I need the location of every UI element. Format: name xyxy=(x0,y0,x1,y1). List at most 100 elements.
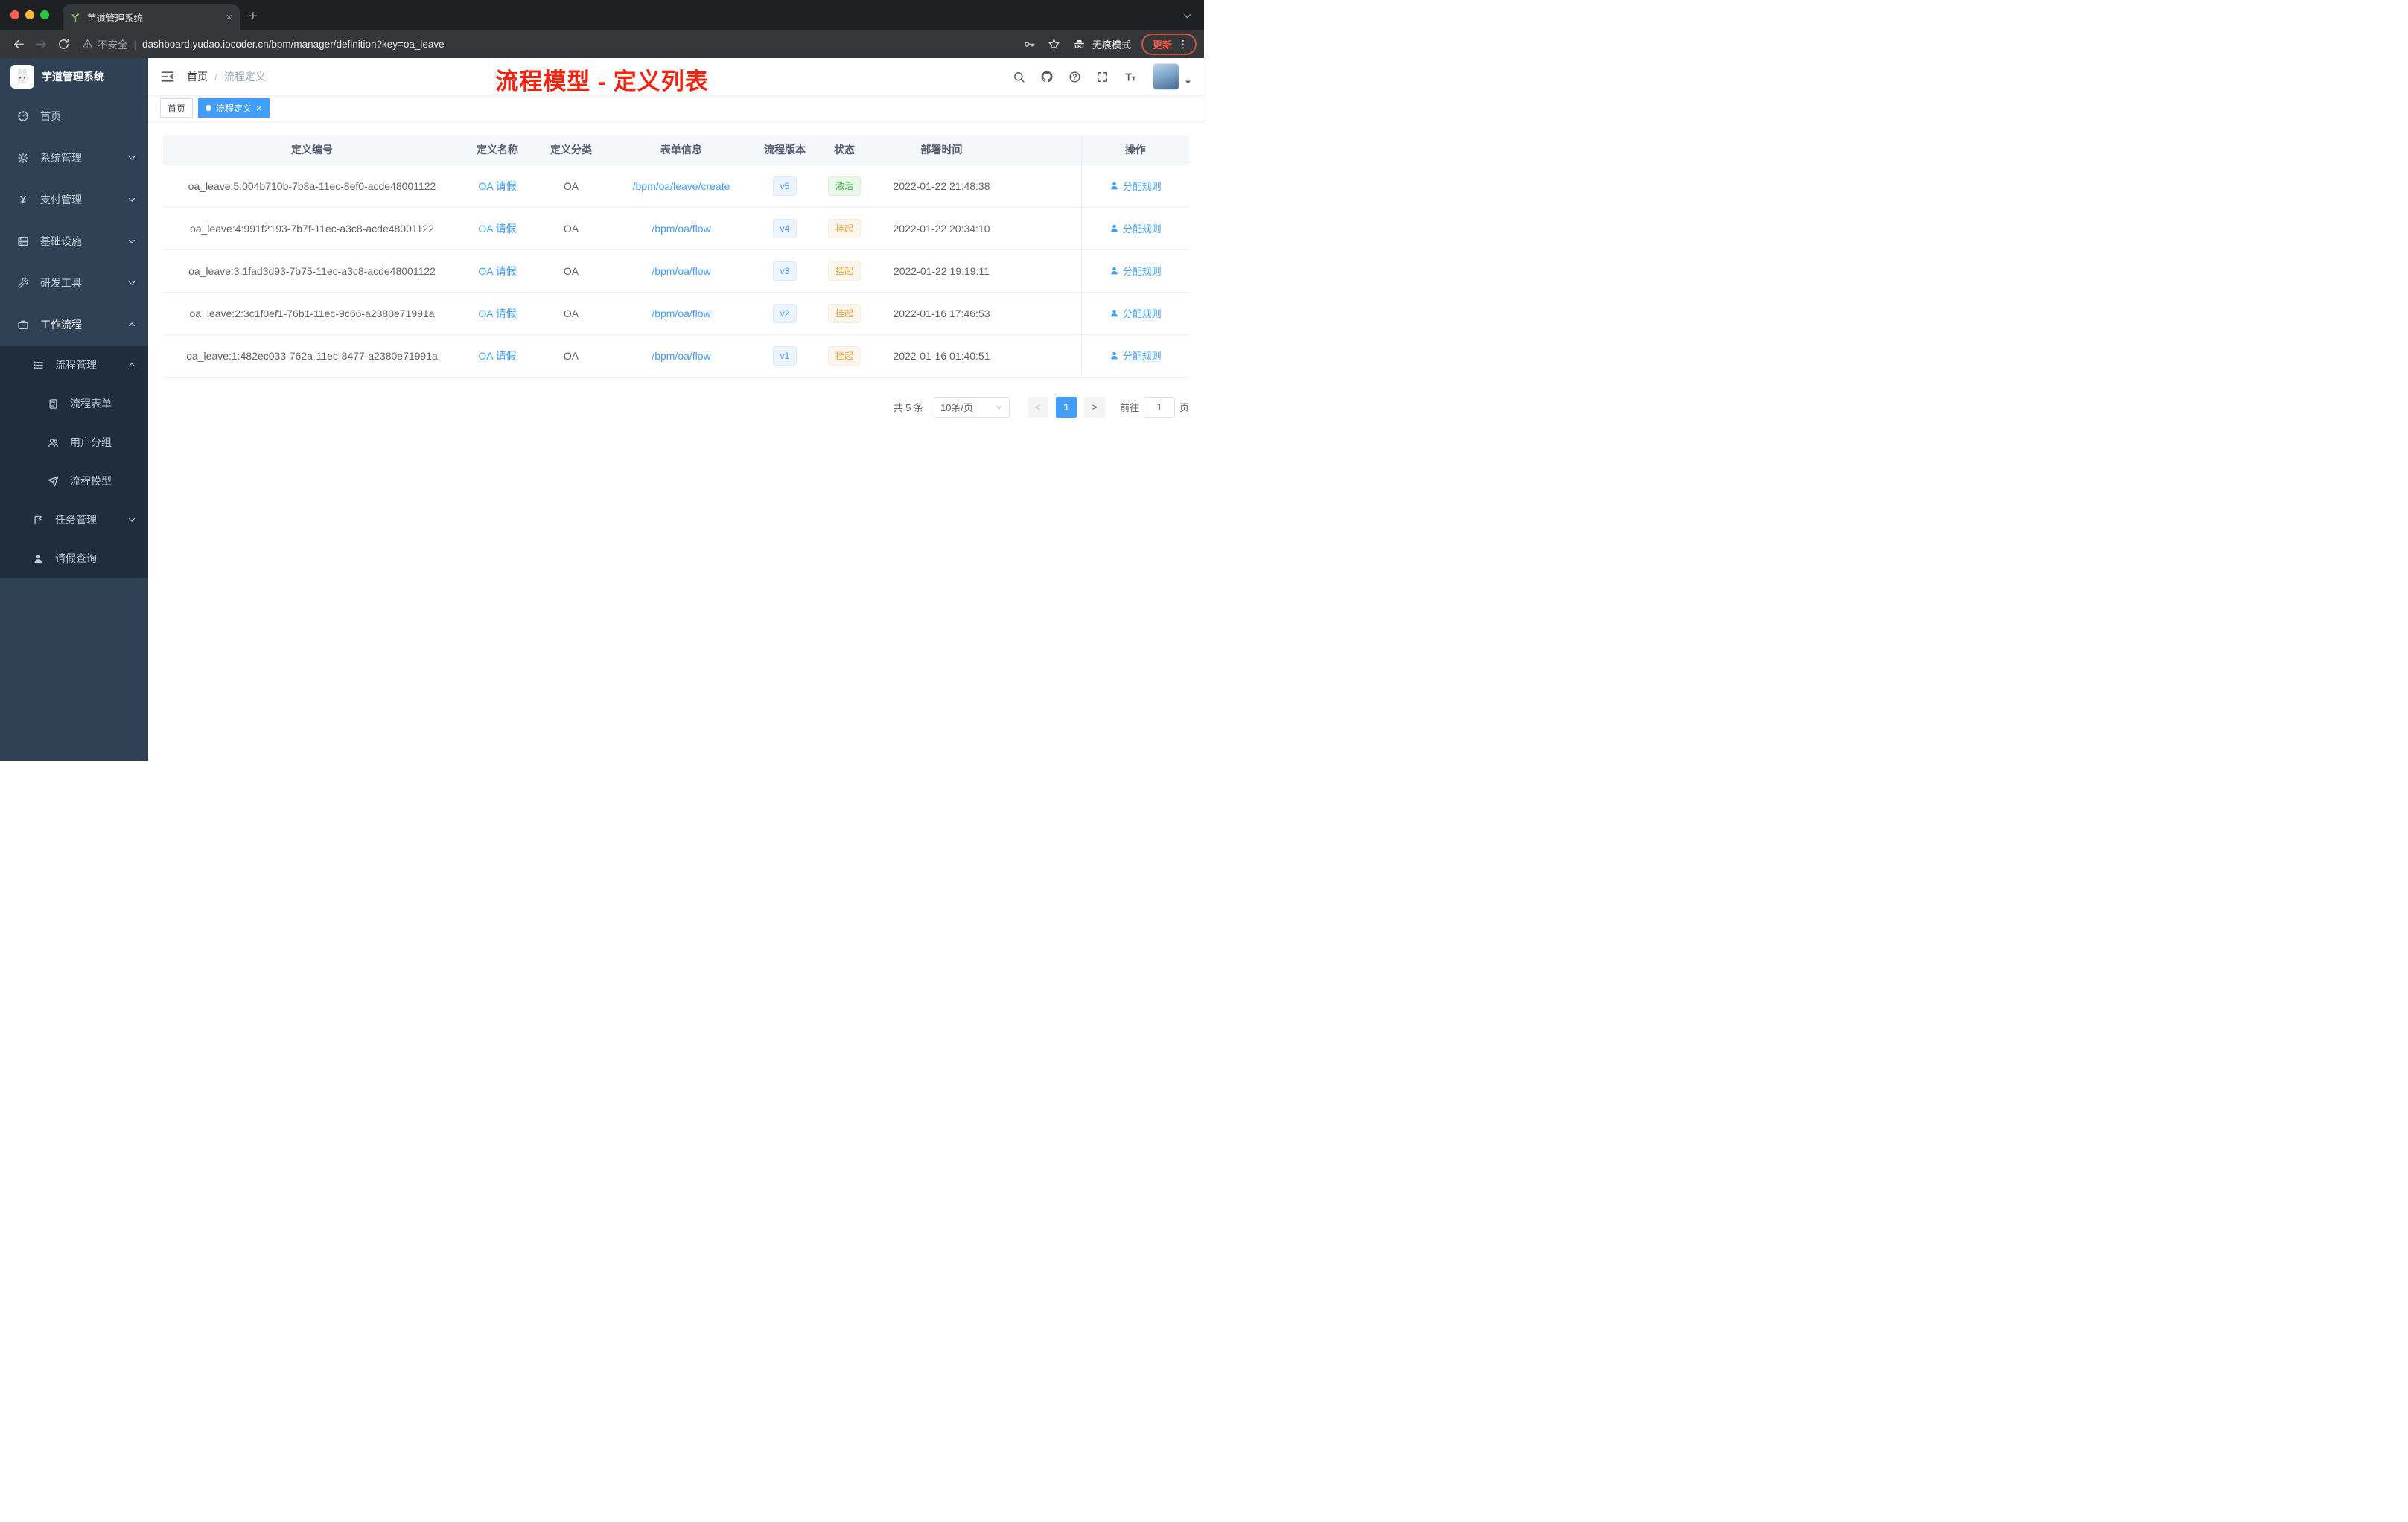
sidebar-item-system[interactable]: 系统管理 xyxy=(0,137,148,179)
form-info-link[interactable]: /bpm/oa/leave/create xyxy=(633,180,730,192)
users-icon xyxy=(45,437,61,448)
tag-process-definition[interactable]: 流程定义 × xyxy=(198,98,270,118)
assign-rule-link[interactable]: 分配规则 xyxy=(1109,306,1162,320)
sidebar: 芋道管理系统 首页 系统管理 ¥ 支付管理 基础设施 研发工具 工作流程 流程管… xyxy=(0,58,148,761)
goto-page-input[interactable] xyxy=(1143,396,1175,418)
sidebar-item-payment[interactable]: ¥ 支付管理 xyxy=(0,179,148,220)
incognito-badge: 无痕模式 xyxy=(1072,37,1131,51)
table-header-row: 定义编号 定义名称 定义分类 表单信息 流程版本 状态 部署时间 操作 xyxy=(163,135,1189,165)
workflow-submenu: 流程管理 流程表单 用户分组 流程模型 任务管理 请假查询 xyxy=(0,346,148,578)
browser-tab[interactable]: 芋道管理系统 × xyxy=(63,4,240,30)
user-avatar[interactable] xyxy=(1153,63,1192,90)
breadcrumb-home[interactable]: 首页 xyxy=(187,69,208,84)
caret-down-icon[interactable] xyxy=(1184,78,1192,86)
sidebar-item-home[interactable]: 首页 xyxy=(0,95,148,137)
tag-home[interactable]: 首页 xyxy=(160,98,194,118)
address-bar[interactable]: 不安全 | dashboard.yudao.iocoder.cn/bpm/man… xyxy=(82,36,1016,51)
tab-close-icon[interactable]: × xyxy=(226,12,232,23)
security-status[interactable]: 不安全 xyxy=(82,36,128,51)
definition-name-link[interactable]: OA 请假 xyxy=(478,308,516,319)
sidebar-item-label: 支付管理 xyxy=(40,194,82,206)
update-chip[interactable]: 更新 ⋮ xyxy=(1141,33,1197,55)
person-icon xyxy=(1110,309,1118,317)
column-header-time: 部署时间 xyxy=(873,135,1010,165)
chevron-up-icon xyxy=(127,360,136,369)
status-badge: 挂起 xyxy=(827,303,861,323)
sidebar-item-user-group[interactable]: 用户分组 xyxy=(0,423,148,462)
help-icon[interactable] xyxy=(1068,71,1081,83)
prev-page-button[interactable]: < xyxy=(1027,396,1048,418)
avatar[interactable] xyxy=(1153,63,1179,90)
cell-deploy-time: 2022-01-22 21:48:38 xyxy=(873,165,1010,208)
gear-icon xyxy=(15,152,31,164)
window-minimize-button[interactable] xyxy=(25,10,34,19)
tag-close-icon[interactable]: × xyxy=(256,104,262,113)
new-tab-button[interactable]: + xyxy=(249,9,258,24)
fullscreen-icon[interactable] xyxy=(1096,71,1109,83)
sidebar-collapse-icon[interactable] xyxy=(160,69,175,84)
column-header-category: 定义分类 xyxy=(534,135,608,165)
status-badge: 挂起 xyxy=(827,261,861,281)
definition-name-link[interactable]: OA 请假 xyxy=(478,265,516,277)
browser-menu-icon[interactable]: ⋮ xyxy=(1178,39,1188,49)
briefcase-icon xyxy=(15,319,31,331)
form-info-link[interactable]: /bpm/oa/flow xyxy=(652,223,710,235)
sidebar-item-label: 流程管理 xyxy=(55,359,97,371)
column-header-version: 流程版本 xyxy=(754,135,815,165)
cell-filler xyxy=(1010,334,1081,378)
bookmark-star-icon[interactable] xyxy=(1048,38,1060,51)
sidebar-item-label: 基础设施 xyxy=(40,235,82,247)
table-row: oa_leave:1:482ec033-762a-11ec-8477-a2380… xyxy=(163,334,1189,378)
sidebar-item-leave-query[interactable]: 请假查询 xyxy=(0,539,148,578)
search-icon[interactable] xyxy=(1013,71,1025,83)
reload-icon[interactable] xyxy=(52,33,74,55)
next-page-button[interactable]: > xyxy=(1083,396,1105,418)
logo-avatar-icon xyxy=(10,65,34,89)
definition-name-link[interactable]: OA 请假 xyxy=(478,223,516,235)
font-size-icon[interactable] xyxy=(1124,71,1138,83)
tag-label: 流程定义 xyxy=(216,103,252,114)
sidebar-item-process-form[interactable]: 流程表单 xyxy=(0,384,148,423)
app-logo[interactable]: 芋道管理系统 xyxy=(0,58,148,95)
breadcrumb: 首页 / 流程定义 xyxy=(187,69,266,84)
assign-rule-link[interactable]: 分配规则 xyxy=(1109,348,1162,363)
back-icon[interactable] xyxy=(7,33,30,55)
form-info-link[interactable]: /bpm/oa/flow xyxy=(652,265,710,277)
status-badge: 激活 xyxy=(827,176,861,196)
sidebar-item-workflow[interactable]: 工作流程 xyxy=(0,304,148,346)
version-badge: v2 xyxy=(772,303,797,323)
sidebar-item-label: 首页 xyxy=(40,110,61,122)
status-badge: 挂起 xyxy=(827,218,861,238)
favicon-plant-icon xyxy=(70,12,81,23)
cell-definition-id: oa_leave:2:3c1f0ef1-76b1-11ec-9c66-a2380… xyxy=(163,292,461,335)
github-icon[interactable] xyxy=(1040,70,1054,83)
window-zoom-button[interactable] xyxy=(40,10,49,19)
tab-title: 芋道管理系统 xyxy=(87,13,144,24)
person-icon xyxy=(1110,182,1118,190)
forward-icon[interactable] xyxy=(30,33,52,55)
tab-search-chevron-icon[interactable] xyxy=(1182,11,1192,21)
column-header-status: 状态 xyxy=(815,135,873,165)
form-info-link[interactable]: /bpm/oa/flow xyxy=(652,350,710,362)
chevron-up-icon xyxy=(127,320,136,329)
total-count: 共 5 条 xyxy=(893,402,923,413)
definition-name-link[interactable]: OA 请假 xyxy=(478,180,516,192)
column-header-form: 表单信息 xyxy=(608,135,754,165)
assign-rule-link[interactable]: 分配规则 xyxy=(1109,264,1162,278)
page-number-button[interactable]: 1 xyxy=(1055,396,1077,418)
sidebar-item-task-management[interactable]: 任务管理 xyxy=(0,500,148,539)
definition-name-link[interactable]: OA 请假 xyxy=(478,350,516,362)
assign-rule-link[interactable]: 分配规则 xyxy=(1109,221,1162,235)
form-info-link[interactable]: /bpm/oa/flow xyxy=(652,308,710,319)
sidebar-item-dev-tools[interactable]: 研发工具 xyxy=(0,262,148,304)
person-icon xyxy=(1110,224,1118,232)
red-annotation-title: 流程模型 - 定义列表 xyxy=(495,69,709,95)
window-close-button[interactable] xyxy=(10,10,19,19)
page-size-select[interactable]: 10条/页 xyxy=(933,396,1010,418)
key-icon[interactable] xyxy=(1023,38,1036,51)
sidebar-item-process-management[interactable]: 流程管理 xyxy=(0,346,148,384)
browser-toolbar: 不安全 | dashboard.yudao.iocoder.cn/bpm/man… xyxy=(0,30,1204,58)
sidebar-item-process-model[interactable]: 流程模型 xyxy=(0,462,148,500)
assign-rule-link[interactable]: 分配规则 xyxy=(1109,179,1162,193)
sidebar-item-infrastructure[interactable]: 基础设施 xyxy=(0,220,148,262)
